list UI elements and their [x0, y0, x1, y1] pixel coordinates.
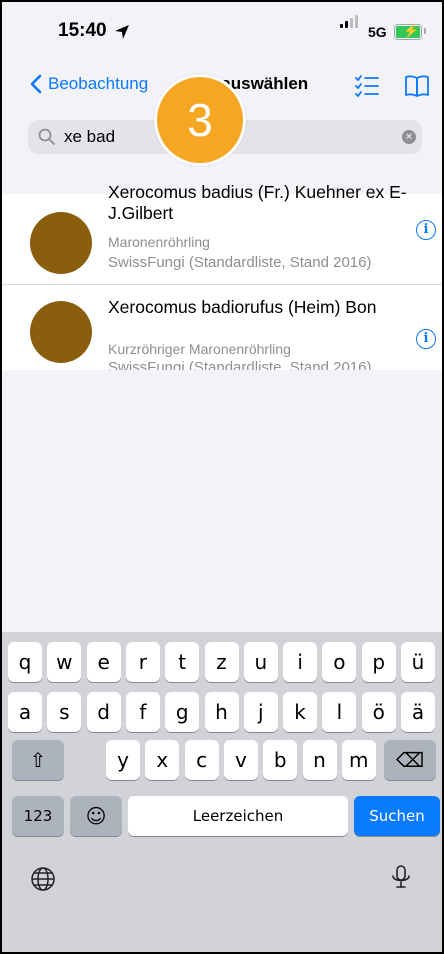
battery-charging-icon: ⚡: [394, 23, 426, 40]
checklist-icon[interactable]: [354, 74, 380, 98]
key-v[interactable]: v: [223, 740, 258, 780]
info-icon[interactable]: i: [416, 220, 436, 240]
numbers-key[interactable]: 123: [12, 796, 64, 836]
key-ä[interactable]: ä: [401, 692, 435, 732]
key-f[interactable]: f: [125, 692, 160, 732]
location-arrow-icon: [115, 25, 129, 39]
key-m[interactable]: m: [341, 740, 376, 780]
globe-icon[interactable]: [30, 866, 56, 892]
info-icon[interactable]: i: [416, 329, 436, 349]
key-b[interactable]: b: [263, 740, 298, 780]
key-i[interactable]: i: [283, 642, 318, 682]
key-p[interactable]: p: [361, 642, 396, 682]
key-o[interactable]: o: [322, 642, 357, 682]
species-common-name: Maronenröhrling: [108, 234, 210, 250]
phone-screen: 15:40 5G ⚡ Beobachtung Art auswählen xe …: [0, 0, 444, 954]
list-item[interactable]: Xerocomus badiorufus (Heim) Bon Kurzröhr…: [2, 285, 442, 376]
step-number-badge: 3: [154, 74, 246, 166]
shift-key[interactable]: ⇧: [12, 740, 64, 780]
results-list: Xerocomus badius (Fr.) Kuehner ex E-J.Gi…: [2, 182, 442, 376]
key-h[interactable]: h: [204, 692, 239, 732]
key-q[interactable]: q: [8, 642, 42, 682]
species-thumbnail: [30, 301, 92, 363]
key-a[interactable]: a: [8, 692, 42, 732]
key-d[interactable]: d: [86, 692, 121, 732]
key-c[interactable]: c: [184, 740, 219, 780]
key-w[interactable]: w: [47, 642, 82, 682]
chevron-left-icon: [30, 74, 42, 94]
search-submit-key[interactable]: Suchen: [354, 796, 440, 836]
key-r[interactable]: r: [125, 642, 160, 682]
key-l[interactable]: l: [322, 692, 357, 732]
network-type: 5G: [368, 24, 387, 40]
space-key[interactable]: Leerzeichen: [128, 796, 348, 836]
keyboard: qwertzuiopü asdfghjklöä yxcvbnm ⇧ ⌫ 123 …: [2, 632, 442, 952]
key-g[interactable]: g: [165, 692, 200, 732]
status-time: 15:40: [58, 20, 107, 41]
search-icon: [38, 128, 55, 145]
key-s[interactable]: s: [47, 692, 82, 732]
key-t[interactable]: t: [165, 642, 200, 682]
list-item[interactable]: Xerocomus badius (Fr.) Kuehner ex E-J.Gi…: [2, 182, 442, 285]
delete-key[interactable]: ⌫: [384, 740, 436, 780]
clear-search-icon[interactable]: ×: [402, 130, 416, 144]
key-e[interactable]: e: [86, 642, 121, 682]
emoji-key[interactable]: ☺: [70, 796, 122, 836]
key-ü[interactable]: ü: [401, 642, 435, 682]
back-button[interactable]: Beobachtung: [30, 74, 148, 94]
key-y[interactable]: y: [106, 740, 140, 780]
key-x[interactable]: x: [145, 740, 180, 780]
key-u[interactable]: u: [243, 642, 278, 682]
key-z[interactable]: z: [204, 642, 239, 682]
key-j[interactable]: j: [243, 692, 278, 732]
key-k[interactable]: k: [283, 692, 318, 732]
key-n[interactable]: n: [302, 740, 337, 780]
species-scientific-name: Xerocomus badiorufus (Heim) Bon: [108, 297, 377, 317]
species-common-name: Kurzröhriger Maronenröhrling: [108, 341, 291, 357]
key-ö[interactable]: ö: [361, 692, 396, 732]
microphone-icon[interactable]: [388, 864, 414, 890]
species-scientific-name: Xerocomus badius (Fr.) Kuehner ex E-J.Gi…: [108, 182, 407, 223]
species-thumbnail: [30, 212, 92, 274]
book-icon[interactable]: [404, 74, 430, 98]
back-button-label: Beobachtung: [48, 74, 149, 93]
status-bar: 15:40 5G ⚡: [2, 2, 442, 64]
empty-list-area: [2, 370, 442, 632]
species-source: SwissFungi (Standardliste, Stand 2016): [108, 254, 372, 271]
